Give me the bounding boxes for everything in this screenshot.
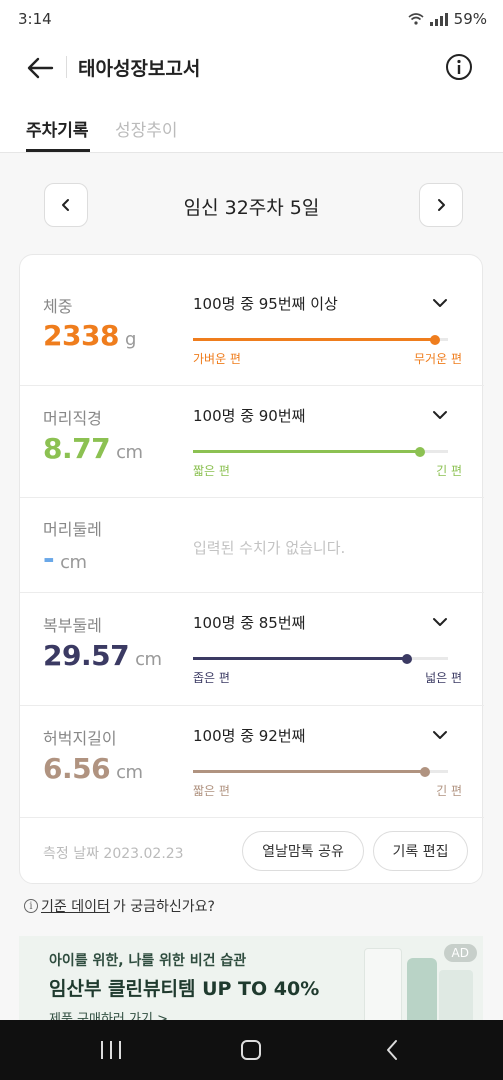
scale-low-label: 가벼운 편 (193, 352, 241, 366)
product-image (407, 958, 437, 1026)
chevron-right-icon (438, 199, 445, 211)
info-icon[interactable] (445, 53, 473, 81)
measurement-number: 8.77 (43, 432, 111, 465)
measurement-label: 허벅지길이 (43, 729, 117, 748)
chevron-down-icon[interactable] (432, 295, 448, 311)
percentile-fill (193, 450, 420, 453)
measurement-unit: cm (135, 649, 162, 670)
chevron-down-icon[interactable] (432, 407, 448, 423)
page-title: 태아성장보고서 (78, 58, 201, 80)
measurement-value: 6.56 cm (43, 752, 143, 785)
scale-high-label: 긴 편 (436, 464, 462, 478)
system-back-icon[interactable] (384, 1038, 400, 1062)
wifi-icon (408, 13, 424, 25)
measurement-unit: cm (116, 442, 143, 463)
scale-low-label: 짧은 편 (193, 784, 230, 798)
edit-record-button[interactable]: 기록 편집 (373, 831, 468, 871)
percentile-marker (414, 446, 425, 457)
measurement-value: 2338 g (43, 319, 136, 352)
tab-bar: 주차기록 성장추이 (0, 96, 503, 153)
scale-high-label: 무거운 편 (414, 352, 462, 366)
info-circle-icon: i (24, 899, 38, 913)
measurement-row-abdominal-circumference[interactable]: 복부둘레 29.57 cm 100명 중 85번째 좁은 편 넓은 편 (20, 593, 484, 706)
share-button[interactable]: 열날맘톡 공유 (242, 831, 364, 871)
percentile-rank: 100명 중 90번째 (193, 407, 306, 425)
measurement-value: - cm (43, 542, 87, 575)
status-icons: 59% (408, 10, 487, 28)
percentile-rank: 100명 중 85번째 (193, 614, 306, 632)
measurement-label: 머리둘레 (43, 520, 102, 539)
percentile-fill (193, 770, 426, 773)
chevron-down-icon[interactable] (432, 614, 448, 630)
ad-subtitle: 아이를 위한, 나를 위한 비건 습관 (49, 953, 247, 969)
product-image (364, 948, 402, 1026)
measurement-number: 6.56 (43, 752, 111, 785)
chevron-down-icon[interactable] (432, 727, 448, 743)
status-bar: 3:14 59% (0, 0, 503, 40)
measurement-label: 머리직경 (43, 409, 102, 428)
ad-title: 임산부 클린뷰티템 UP TO 40% (49, 978, 320, 1000)
measurement-unit: cm (116, 762, 143, 783)
header-divider (66, 56, 67, 78)
home-icon[interactable] (241, 1040, 261, 1060)
measurement-unit: g (124, 329, 136, 350)
percentile-rank: 100명 중 95번째 이상 (193, 295, 338, 313)
measurement-row-head-circumference: 머리둘레 - cm 입력된 수치가 없습니다. (20, 498, 484, 593)
recent-apps-icon[interactable] (101, 1041, 121, 1059)
signal-icon (429, 12, 448, 26)
measurement-number: 2338 (43, 319, 119, 352)
measurement-row-weight[interactable]: 체중 2338 g 100명 중 95번째 이상 가벼운 편 무거운 편 (20, 255, 484, 386)
measurement-card: 체중 2338 g 100명 중 95번째 이상 가벼운 편 무거운 편 머리직경… (19, 254, 484, 884)
tab-weekly-record[interactable]: 주차기록 (26, 116, 89, 141)
measurement-label: 체중 (43, 297, 73, 316)
percentile-marker (402, 653, 413, 664)
scale-high-label: 넓은 편 (425, 671, 462, 685)
percentile-marker (420, 766, 431, 777)
scale-high-label: 긴 편 (436, 784, 462, 798)
tab-growth-trend[interactable]: 성장추이 (115, 116, 178, 141)
measurement-value: 29.57 cm (43, 639, 162, 672)
product-image (439, 970, 473, 1026)
week-navigator: 임신 32주차 5일 (0, 183, 503, 227)
percentile-track (193, 653, 448, 664)
percentile-rank: 100명 중 92번째 (193, 727, 306, 745)
measurement-value: 8.77 cm (43, 432, 143, 465)
reference-data-link[interactable]: 기준 데이터 (41, 896, 110, 916)
status-time: 3:14 (18, 10, 52, 28)
system-navigation-bar (0, 1020, 503, 1080)
scale-low-label: 짧은 편 (193, 464, 230, 478)
battery-level: 59% (453, 10, 487, 28)
measurement-number: - (43, 542, 55, 575)
ad-badge: AD (443, 944, 477, 962)
scale-low-label: 좁은 편 (193, 671, 230, 685)
measurement-row-thigh-length[interactable]: 허벅지길이 6.56 cm 100명 중 92번째 짧은 편 긴 편 (20, 706, 484, 818)
percentile-track (193, 446, 448, 457)
measurement-row-head-diameter[interactable]: 머리직경 8.77 cm 100명 중 90번째 짧은 편 긴 편 (20, 386, 484, 498)
percentile-fill (193, 657, 408, 660)
reference-data-help: i 기준 데이터 가 궁금하신가요? (24, 896, 215, 916)
ad-banner[interactable]: 아이를 위한, 나를 위한 비건 습관 임산부 클린뷰티템 UP TO 40% … (19, 936, 483, 1026)
percentile-marker (430, 334, 441, 345)
measurement-label: 복부둘레 (43, 616, 102, 635)
back-arrow-icon[interactable] (24, 52, 56, 84)
percentile-track (193, 334, 448, 345)
measurement-number: 29.57 (43, 639, 130, 672)
help-suffix: 가 궁금하신가요? (112, 899, 215, 915)
percentile-track (193, 766, 448, 777)
measurement-unit: cm (60, 552, 87, 573)
app-header: 태아성장보고서 (0, 40, 503, 96)
measurement-date: 측정 날짜 2023.02.23 (43, 846, 184, 862)
percentile-fill (193, 338, 436, 341)
next-week-button[interactable] (419, 183, 463, 227)
tab-active-indicator (26, 149, 90, 152)
empty-value-message: 입력된 수치가 없습니다. (193, 539, 346, 557)
